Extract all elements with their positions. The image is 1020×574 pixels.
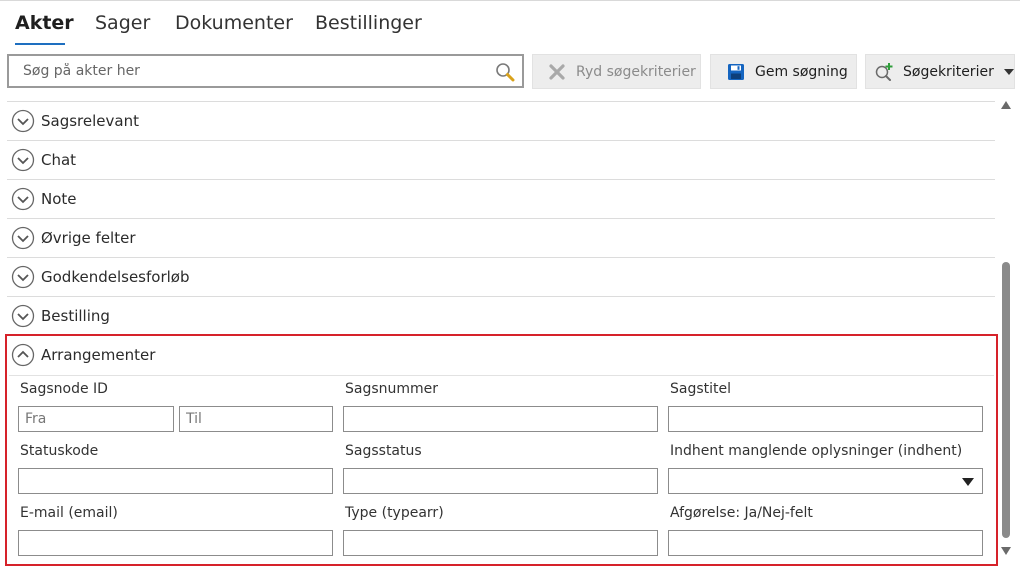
search-input[interactable]: [9, 56, 479, 86]
type-label: Type (typearr): [345, 505, 444, 521]
save-search-button[interactable]: Gem søgning: [710, 54, 857, 89]
section-sagsrelevant[interactable]: Sagsrelevant: [7, 102, 995, 140]
clear-criteria-button[interactable]: Ryd søgekriterier: [532, 54, 701, 89]
statuskode-input[interactable]: [18, 468, 333, 494]
search-icon[interactable]: [494, 61, 516, 83]
divider: [9, 375, 994, 376]
chevron-down-circle-icon: [11, 304, 35, 328]
section-label: Arrangementer: [41, 346, 156, 364]
sagsstatus-input[interactable]: [343, 468, 658, 494]
tab-akter[interactable]: Akter: [15, 12, 74, 34]
email-input[interactable]: [18, 530, 333, 556]
tab-bestillinger[interactable]: Bestillinger: [315, 12, 422, 34]
sagsnummer-input[interactable]: [343, 406, 658, 432]
afgoerelse-label: Afgørelse: Ja/Nej-felt: [670, 505, 813, 521]
section-label: Bestilling: [41, 307, 110, 325]
type-input[interactable]: [343, 530, 658, 556]
clear-x-icon: [547, 62, 567, 82]
section-label: Chat: [41, 151, 77, 169]
section-arrangementer-header[interactable]: Arrangementer: [7, 336, 996, 374]
sagstitel-input[interactable]: [668, 406, 983, 432]
indhent-label: Indhent manglende oplysninger (indhent): [670, 443, 963, 459]
tab-dokumenter[interactable]: Dokumenter: [175, 12, 293, 34]
chevron-down-circle-icon: [11, 187, 35, 211]
sagsnode-id-label: Sagsnode ID: [20, 381, 108, 397]
section-label: Øvrige felter: [41, 229, 136, 247]
floppy-disk-icon: [726, 62, 746, 82]
afgoerelse-input[interactable]: [668, 530, 983, 556]
chevron-down-circle-icon: [11, 226, 35, 250]
chevron-down-circle-icon: [11, 265, 35, 289]
section-godkendelsesforloeb[interactable]: Godkendelsesforløb: [7, 258, 995, 296]
indhent-select[interactable]: [668, 468, 983, 494]
search-criteria-dropdown-button[interactable]: Søgekriterier: [865, 54, 1015, 89]
search-criteria-label: Søgekriterier: [903, 63, 994, 80]
scroll-down-arrow-icon[interactable]: [1001, 547, 1011, 555]
tab-bar: Akter Sager Dokumenter Bestillinger: [0, 0, 1020, 46]
sagsnode-id-to-input[interactable]: [179, 406, 333, 432]
statuskode-label: Statuskode: [20, 443, 99, 459]
scrollbar-thumb[interactable]: [1002, 262, 1010, 538]
dropdown-arrow-icon: [962, 478, 974, 486]
sagsnummer-label: Sagsnummer: [345, 381, 439, 397]
section-oevrige-felter[interactable]: Øvrige felter: [7, 219, 995, 257]
section-label: Sagsrelevant: [41, 112, 139, 130]
scroll-up-arrow-icon[interactable]: [1001, 101, 1011, 109]
chevron-down-icon: [1003, 68, 1014, 75]
save-search-label: Gem søgning: [755, 63, 848, 80]
chevron-down-circle-icon: [11, 148, 35, 172]
sagstitel-label: Sagstitel: [670, 381, 732, 397]
section-chat[interactable]: Chat: [7, 141, 995, 179]
search-box: [7, 54, 524, 88]
section-label: Note: [41, 190, 77, 208]
email-label: E-mail (email): [20, 505, 118, 521]
tab-sager[interactable]: Sager: [95, 12, 150, 34]
chevron-up-circle-icon: [11, 343, 35, 367]
sagsnode-id-from-input[interactable]: [18, 406, 174, 432]
active-tab-indicator: [15, 43, 65, 45]
add-criteria-icon: [874, 62, 894, 82]
sagsstatus-label: Sagsstatus: [345, 443, 422, 459]
section-arrangementer-panel: Arrangementer Sagsnode ID Sagsnummer Sag…: [5, 334, 998, 566]
section-note[interactable]: Note: [7, 180, 995, 218]
section-label: Godkendelsesforløb: [41, 268, 190, 286]
chevron-down-circle-icon: [11, 109, 35, 133]
clear-criteria-label: Ryd søgekriterier: [576, 63, 696, 80]
section-bestilling[interactable]: Bestilling: [7, 297, 995, 335]
